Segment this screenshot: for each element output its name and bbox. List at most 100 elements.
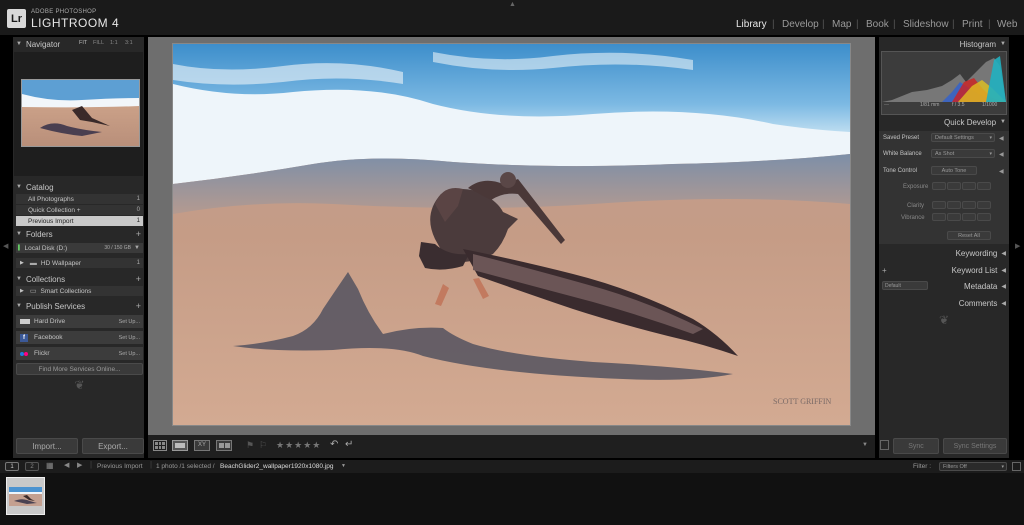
sync-settings-button[interactable]: Sync Settings [943, 438, 1007, 454]
module-slideshow[interactable]: Slideshow [903, 19, 949, 30]
rotate-left-icon[interactable]: ↶ [330, 439, 338, 450]
clarity-decrease-button[interactable] [947, 201, 961, 209]
selected-filename[interactable]: BeachGlider2_wallpaper1920x1080.jpg [220, 463, 333, 470]
loupe-view-icon[interactable] [172, 440, 188, 451]
module-develop[interactable]: Develop [782, 19, 819, 30]
panel-end-ornament: ❦ [938, 313, 950, 327]
setup-link[interactable]: Set Up... [119, 351, 140, 357]
page-1-button[interactable]: 1 [5, 462, 19, 471]
exposure-increase-button[interactable] [962, 182, 976, 190]
sync-button[interactable]: Sync [893, 438, 939, 454]
keywording-title: Keywording [955, 248, 998, 258]
publish-service-facebook[interactable]: f Facebook Set Up... [16, 331, 143, 344]
metadata-header[interactable]: Default Metadata ◀ [879, 280, 1006, 292]
vibrance-label: Vibrance [901, 215, 925, 221]
module-library[interactable]: Library [736, 19, 767, 30]
add-collection-icon[interactable]: + [136, 274, 141, 284]
publish-service-flickr[interactable]: Flickr Set Up... [16, 347, 143, 360]
histogram-chart[interactable]: — 1/81 mm f / 3.5 1/1000 [881, 51, 1007, 115]
add-publish-service-icon[interactable]: + [136, 301, 141, 311]
expand-left-icon[interactable]: ◀ [999, 166, 1004, 176]
source-label[interactable]: Previous Import [97, 463, 143, 470]
expand-left-icon[interactable]: ◀ [999, 133, 1004, 143]
catalog-item-previous-import[interactable]: Previous Import 1 [16, 216, 143, 226]
filter-dropdown[interactable]: Filters Off ▾ [939, 462, 1007, 471]
grid-icon[interactable]: ▦ [46, 461, 54, 470]
setup-link[interactable]: Set Up... [119, 319, 140, 325]
smart-collections-item[interactable]: ▶ ▭ Smart Collections [16, 286, 143, 296]
catalog-header[interactable]: ▼ Catalog [16, 181, 144, 193]
back-arrow-icon[interactable]: ◀ [64, 461, 69, 469]
histogram-focal: 1/81 mm [920, 102, 940, 108]
disk-row[interactable]: ▌ Local Disk (D:) 30 / 150 GB ▼ [16, 243, 143, 253]
module-book[interactable]: Book [866, 19, 889, 30]
keywording-header[interactable]: Keywording ◀ [879, 247, 1006, 259]
folders-header[interactable]: ▼ Folders + [16, 228, 144, 240]
reject-flag-icon[interactable]: ⚐ [259, 440, 267, 451]
module-web[interactable]: Web [997, 19, 1017, 30]
navigator-thumbnail[interactable] [21, 79, 140, 147]
star-rating[interactable]: ★★★★★ [276, 440, 321, 451]
exposure-decrease-button[interactable] [947, 182, 961, 190]
disk-dropdown-icon[interactable]: ▼ [134, 245, 140, 251]
module-print[interactable]: Print [962, 19, 983, 30]
reset-all-button[interactable]: Reset All [947, 231, 991, 240]
find-more-services-button[interactable]: Find More Services Online... [16, 363, 143, 375]
add-keyword-icon[interactable]: + [882, 266, 887, 275]
metadata-preset-dropdown[interactable]: Default [882, 281, 928, 290]
triangle-left-icon: ◀ [1001, 267, 1006, 274]
forward-arrow-icon[interactable]: ▶ [77, 461, 82, 469]
filter-value: Filters Off [943, 463, 967, 470]
filter-lock-toggle[interactable] [1012, 462, 1021, 471]
clarity-increase-button[interactable] [962, 201, 976, 209]
clarity-increase-large-button[interactable] [977, 201, 991, 209]
collapse-top-panel-icon[interactable]: ▲ [509, 1, 516, 8]
keyword-list-header[interactable]: + Keyword List ◀ [879, 264, 1006, 276]
auto-tone-button[interactable]: Auto Tone [931, 166, 977, 175]
flag-icon[interactable]: ⚑ [246, 440, 254, 451]
collapse-left-panel-icon[interactable]: ◀ [3, 242, 8, 250]
filmstrip-thumbnail[interactable] [6, 477, 45, 515]
add-folder-icon[interactable]: + [136, 229, 141, 239]
catalog-item-count: 1 [136, 218, 140, 224]
collections-header[interactable]: ▼ Collections + [16, 273, 144, 285]
vibrance-decrease-button[interactable] [947, 213, 961, 221]
quick-develop-header[interactable]: Quick Develop ▼ [879, 116, 1006, 128]
zoom-fill[interactable]: FILL [93, 40, 104, 46]
saved-preset-dropdown[interactable]: Default Settings ▾ [931, 133, 995, 142]
zoom-1-1[interactable]: 1:1 [110, 40, 118, 46]
rotate-right-icon[interactable]: ↵ [345, 439, 353, 450]
setup-link[interactable]: Set Up... [119, 335, 140, 341]
zoom-3-1[interactable]: 3:1 [125, 40, 133, 46]
expand-left-icon[interactable]: ◀ [999, 149, 1004, 159]
zoom-fit[interactable]: FIT [79, 40, 87, 46]
collapse-right-panel-icon[interactable]: ▶ [1015, 242, 1020, 250]
export-button[interactable]: Export... [82, 438, 144, 454]
sync-toggle-switch[interactable] [880, 440, 889, 450]
disk-label: Local Disk (D:) [24, 244, 68, 252]
publish-service-hard-drive[interactable]: Hard Drive Set Up... [16, 315, 143, 328]
triangle-down-icon: ▼ [16, 303, 22, 309]
comments-header[interactable]: Comments ◀ [879, 297, 1006, 309]
catalog-item-all-photographs[interactable]: All Photographs 1 [16, 194, 143, 204]
import-button[interactable]: Import... [16, 438, 78, 454]
grid-view-icon[interactable] [153, 440, 167, 451]
module-map[interactable]: Map [832, 19, 851, 30]
catalog-item-quick-collection[interactable]: Quick Collection + 0 [16, 205, 143, 215]
filename-dropdown-icon[interactable]: ▼ [341, 463, 346, 469]
vibrance-decrease-large-button[interactable] [932, 213, 946, 221]
toolbar-dropdown-icon[interactable]: ▼ [862, 442, 868, 448]
histogram-header[interactable]: Histogram ▼ [879, 38, 1006, 50]
page-2-button[interactable]: 2 [25, 462, 39, 471]
clarity-decrease-large-button[interactable] [932, 201, 946, 209]
white-balance-dropdown[interactable]: As Shot ▾ [931, 149, 995, 158]
exposure-decrease-large-button[interactable] [932, 182, 946, 190]
survey-view-icon[interactable] [216, 440, 232, 451]
compare-view-icon[interactable]: XY [194, 440, 210, 451]
publish-services-header[interactable]: ▼ Publish Services + [16, 300, 144, 312]
main-photo[interactable]: SCOTT GRIFFIN [173, 44, 850, 425]
exposure-increase-large-button[interactable] [977, 182, 991, 190]
folder-item-hd-wallpaper[interactable]: ▶ ▬ HD Wallpaper 1 [16, 258, 143, 268]
vibrance-increase-button[interactable] [962, 213, 976, 221]
vibrance-increase-large-button[interactable] [977, 213, 991, 221]
